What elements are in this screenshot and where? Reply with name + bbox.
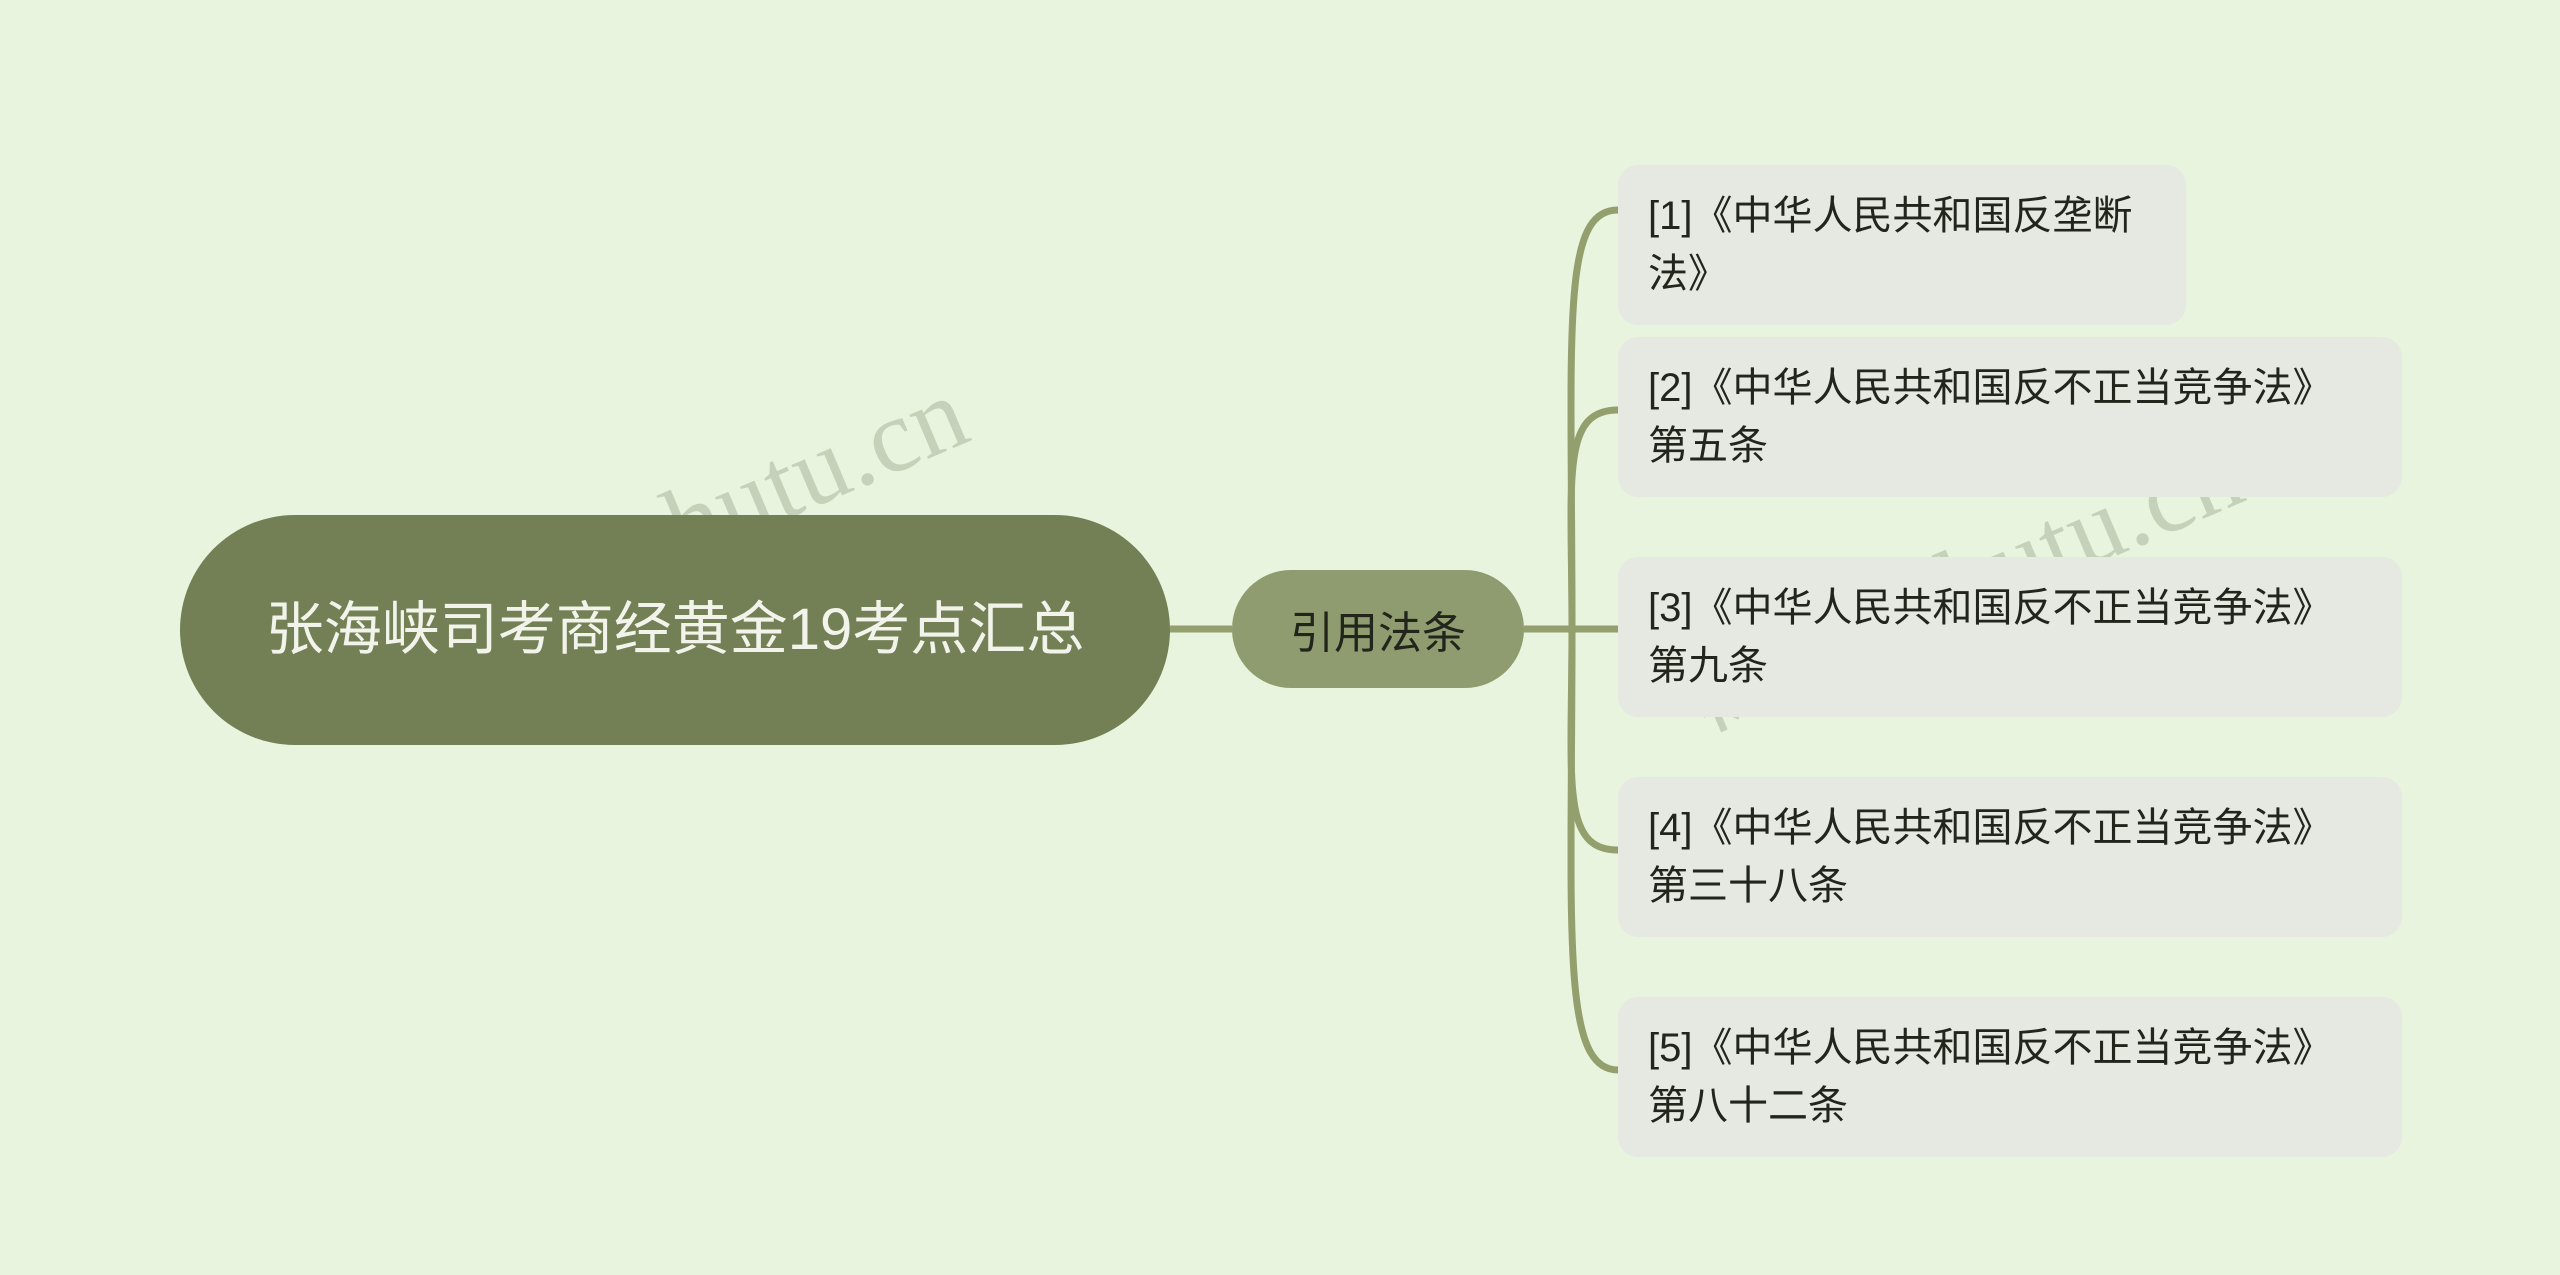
connector-trunk-to-leaf-5 (1567, 628, 1619, 1074)
leaf-node-3[interactable]: [3]《中华人民共和国反不正当竞争法》 第九条 (1618, 557, 2402, 717)
leaf-node-4-label: [4]《中华人民共和国反不正当竞争法》 第三十八条 (1648, 806, 2333, 908)
root-node[interactable]: 张海峡司考商经黄金19考点汇总 (180, 515, 1170, 745)
leaf-node-4[interactable]: [4]《中华人民共和国反不正当竞争法》 第三十八条 (1618, 777, 2402, 937)
leaf-node-2[interactable]: [2]《中华人民共和国反不正当竞争法》 第五条 (1618, 337, 2402, 497)
connector-trunk-to-leaf-1 (1567, 206, 1619, 630)
connector-trunk-to-leaf-4 (1567, 628, 1619, 854)
leaf-node-5-label: [5]《中华人民共和国反不正当竞争法》 第八十二条 (1648, 1026, 2333, 1128)
branch-node-label: 引用法条 (1290, 609, 1466, 658)
branch-node-citations[interactable]: 引用法条 (1232, 570, 1524, 688)
leaf-node-3-label: [3]《中华人民共和国反不正当竞争法》 第九条 (1648, 586, 2333, 688)
leaf-node-1[interactable]: [1]《中华人民共和国反垄断法》 (1618, 165, 2186, 325)
mindmap-canvas: 树图 shutu.cn 树图 shutu.cn 张海峡司考商经黄金19考点汇总 … (0, 0, 2560, 1275)
leaf-node-5[interactable]: [5]《中华人民共和国反不正当竞争法》 第八十二条 (1618, 997, 2402, 1157)
connector-trunk-to-leaf-2 (1567, 406, 1619, 630)
leaf-node-2-label: [2]《中华人民共和国反不正当竞争法》 第五条 (1648, 366, 2333, 468)
leaf-node-1-label: [1]《中华人民共和国反垄断法》 (1648, 194, 2133, 296)
root-node-label: 张海峡司考商经黄金19考点汇总 (265, 596, 1085, 662)
